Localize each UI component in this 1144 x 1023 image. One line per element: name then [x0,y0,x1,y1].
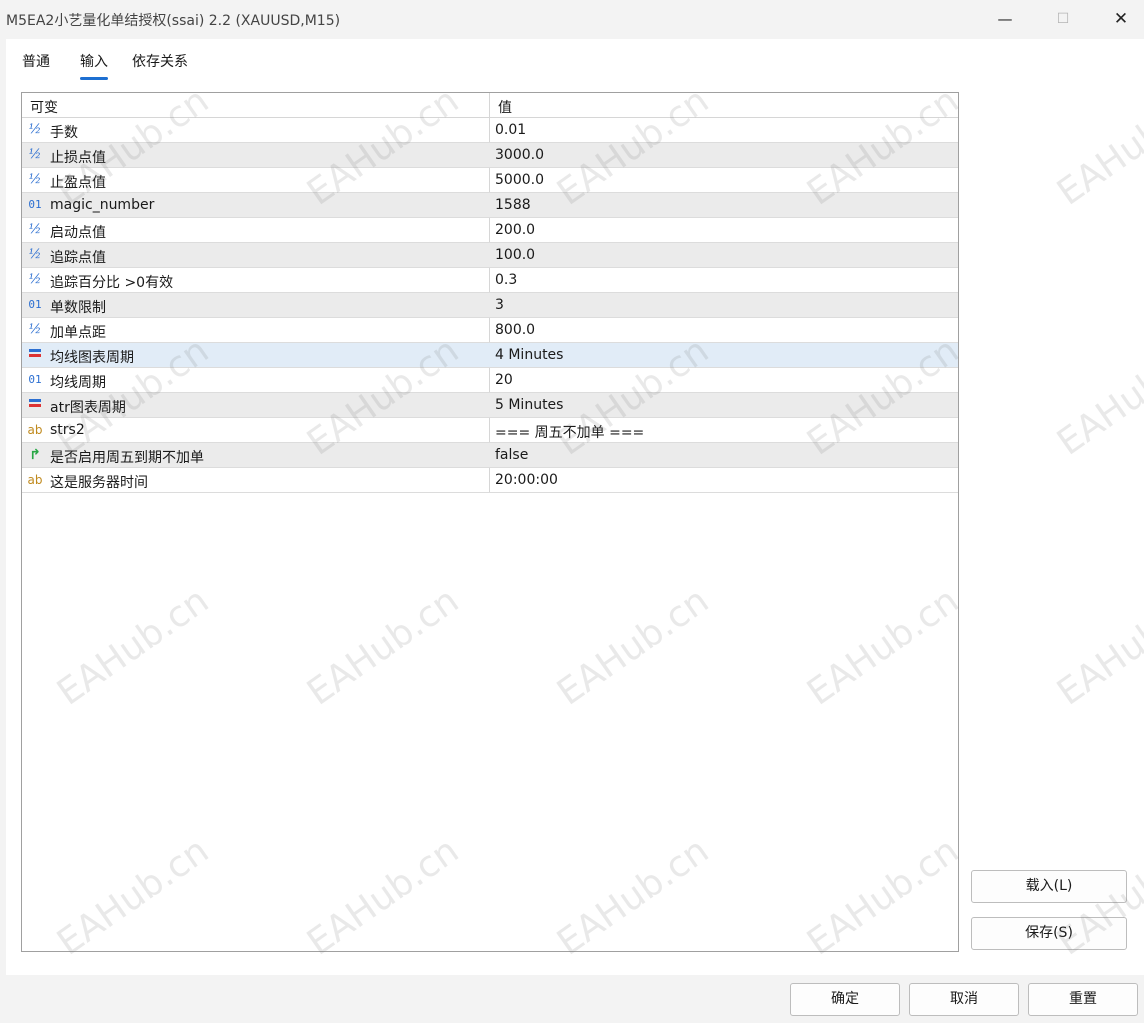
load-button[interactable]: 载入(L) [971,870,1127,903]
header-variable[interactable]: 可变 [30,97,58,117]
string-icon: ab [27,473,43,487]
title-bar: M5EA2小艺量化单结授权(ssai) 2.2 (XAUUSD,M15) — ☐… [0,0,1144,38]
param-name: 追踪百分比 >0有效 [50,275,174,291]
enum-icon [26,349,44,365]
double-icon: ½ [28,222,42,237]
param-value[interactable]: 800.0 [495,322,535,338]
window-title: M5EA2小艺量化单结授权(ssai) 2.2 (XAUUSD,M15) [6,13,341,29]
table-row[interactable]: ½ 手数 0.01 [22,118,958,143]
string-icon: ab [27,423,43,437]
table-row[interactable]: ½ 止损点值 3000.0 [22,143,958,168]
param-name: 追踪点值 [50,250,106,266]
param-value[interactable]: 20:00:00 [495,472,558,488]
cancel-button[interactable]: 取消 [909,983,1019,1016]
param-value[interactable]: === 周五不加单 === [495,422,644,442]
table-header: 可变 值 [22,93,958,118]
param-value[interactable]: 20 [495,372,513,388]
table-row[interactable]: ½ 启动点值 200.0 [22,218,958,243]
param-name: magic_number [50,197,155,213]
enum-icon [26,399,44,415]
double-icon: ½ [28,247,42,262]
param-value[interactable]: 0.3 [495,272,517,288]
table-row[interactable]: atr图表周期 5 Minutes [22,393,958,418]
param-value[interactable]: 1588 [495,197,531,213]
param-name: atr图表周期 [50,400,126,416]
table-row[interactable]: ½ 追踪百分比 >0有效 0.3 [22,268,958,293]
param-name: strs2 [50,422,85,438]
reset-button[interactable]: 重置 [1028,983,1138,1016]
double-icon: ½ [28,147,42,162]
double-icon: ½ [28,272,42,287]
integer-icon: 01 [28,298,42,311]
param-value[interactable]: 200.0 [495,222,535,238]
close-icon[interactable]: ✕ [1092,0,1144,38]
inputs-table: 可变 值 ½ 手数 0.01 ½ 止损点值 3000.0 ½ 止盈点值 5000.0 01 magi… [21,92,959,952]
tab-dependencies[interactable]: 依存关系 [132,51,188,71]
double-icon: ½ [28,122,42,137]
bool-icon: ↱ [29,447,41,463]
param-value[interactable]: 3 [495,297,504,313]
param-name: 加单点距 [50,325,106,341]
table-row[interactable]: ½ 加单点距 800.0 [22,318,958,343]
param-value[interactable]: false [495,447,528,463]
table-row[interactable]: 01 单数限制 3 [22,293,958,318]
tab-general[interactable]: 普通 [22,51,50,71]
dialog-panel: 普通 输入 依存关系 可变 值 ½ 手数 0.01 ½ 止损点值 3000.0 ½ 止盈点值 5… [6,39,1144,975]
table-row[interactable]: ½ 止盈点值 5000.0 [22,168,958,193]
table-body: ½ 手数 0.01 ½ 止损点值 3000.0 ½ 止盈点值 5000.0 01 magic_num… [22,118,958,493]
table-row[interactable]: ab strs2 === 周五不加单 === [22,418,958,443]
param-name: 启动点值 [50,225,106,241]
param-value[interactable]: 0.01 [495,122,526,138]
param-value[interactable]: 4 Minutes [495,347,563,363]
table-row[interactable]: ½ 追踪点值 100.0 [22,243,958,268]
tab-inputs[interactable]: 输入 [80,51,108,80]
param-name: 单数限制 [50,300,106,316]
table-row[interactable]: ab 这是服务器时间 20:00:00 [22,468,958,493]
param-value[interactable]: 100.0 [495,247,535,263]
table-row[interactable]: 均线图表周期 4 Minutes [22,343,958,368]
minimize-icon[interactable]: — [976,0,1034,38]
param-name: 这是服务器时间 [50,475,148,491]
param-name: 均线图表周期 [50,350,134,366]
param-name: 均线周期 [50,375,106,391]
integer-icon: 01 [28,373,42,386]
save-button[interactable]: 保存(S) [971,917,1127,950]
param-name: 止盈点值 [50,175,106,191]
maximize-icon[interactable]: ☐ [1034,0,1092,38]
param-name: 是否启用周五到期不加单 [50,450,204,466]
table-row[interactable]: ↱ 是否启用周五到期不加单 false [22,443,958,468]
table-row[interactable]: 01 magic_number 1588 [22,193,958,218]
header-value[interactable]: 值 [498,97,512,117]
ok-button[interactable]: 确定 [790,983,900,1016]
param-name: 止损点值 [50,150,106,166]
param-name: 手数 [50,125,78,141]
double-icon: ½ [28,172,42,187]
param-value[interactable]: 5000.0 [495,172,544,188]
double-icon: ½ [28,322,42,337]
param-value[interactable]: 5 Minutes [495,397,563,413]
integer-icon: 01 [28,198,42,211]
param-value[interactable]: 3000.0 [495,147,544,163]
table-row[interactable]: 01 均线周期 20 [22,368,958,393]
